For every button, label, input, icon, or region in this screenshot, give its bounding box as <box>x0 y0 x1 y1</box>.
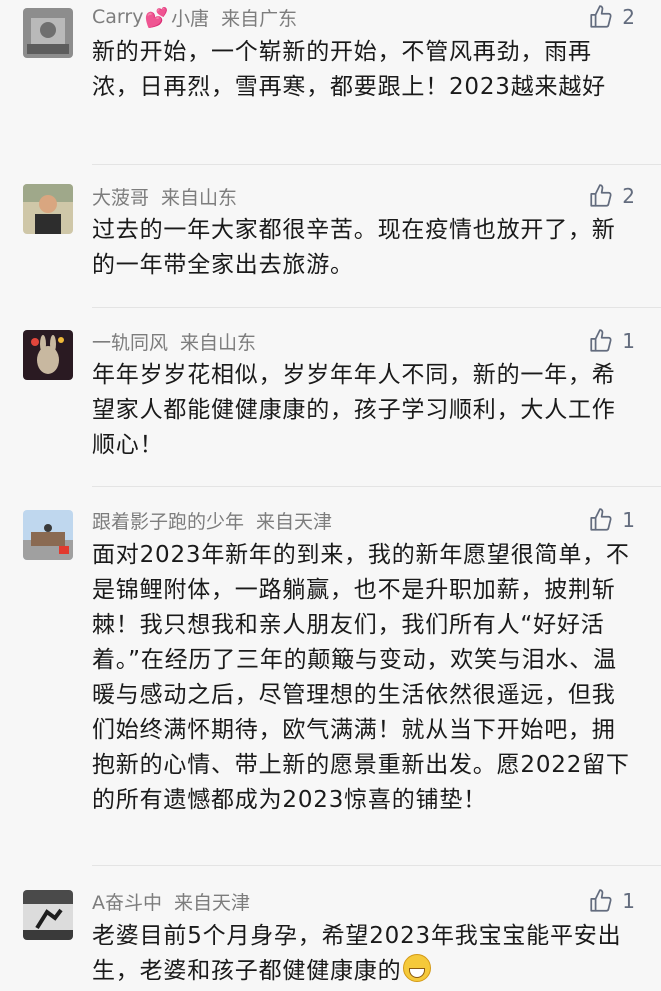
location-label: 来自广东 <box>221 7 298 30</box>
divider <box>92 486 661 487</box>
thumbs-up-icon <box>590 889 612 912</box>
like-count: 1 <box>622 329 635 353</box>
heart-icon: 💕 <box>144 6 169 29</box>
like-button[interactable]: 1 <box>588 886 635 916</box>
location-label: 来自山东 <box>161 186 238 209</box>
comment-meta: 一轨同风 来自山东 <box>92 326 256 356</box>
comment-text: 面对2023年新年的到来，我的新年愿望很简单，不是锦鲤附体，一路躺赢，也不是升职… <box>92 542 630 813</box>
like-button[interactable]: 2 <box>588 181 635 211</box>
like-button[interactable]: 2 <box>588 2 635 32</box>
avatar[interactable] <box>23 330 73 380</box>
divider <box>92 865 661 866</box>
avatar[interactable] <box>23 890 73 940</box>
grin-emoji-icon <box>403 954 432 982</box>
avatar[interactable] <box>23 184 73 234</box>
divider <box>92 307 661 308</box>
comment-text: 新的开始，一个崭新的开始，不管风再劲，雨再浓，日再烈，雪再寒，都要跟上！2023… <box>92 39 606 100</box>
like-count: 1 <box>622 889 635 913</box>
location-label: 来自天津 <box>256 510 333 533</box>
commenter-name[interactable]: 跟着影子跑的少年 <box>92 507 244 534</box>
comment-text: 老婆目前5个月身孕，希望2023年我宝宝能平安出生，老婆和孩子都健健康康的 <box>92 919 632 989</box>
thumbs-up-icon <box>590 508 612 531</box>
comment-meta: 跟着影子跑的少年 来自天津 <box>92 505 332 535</box>
thumbs-up-icon <box>590 184 612 207</box>
divider <box>92 164 661 165</box>
comment-text-body: 老婆目前5个月身孕，希望2023年我宝宝能平安出生，老婆和孩子都健健康康的 <box>92 923 622 984</box>
commenter-name[interactable]: 大菠哥 <box>92 183 149 210</box>
like-count: 2 <box>622 5 635 29</box>
comment-text: 过去的一年大家都很辛苦。现在疫情也放开了，新的一年带全家出去旅游。 <box>92 217 616 278</box>
avatar[interactable] <box>23 510 73 560</box>
like-button[interactable]: 1 <box>588 505 635 535</box>
commenter-name[interactable]: Carry <box>92 6 143 28</box>
thumbs-up-icon <box>590 329 612 352</box>
comment-meta: A奋斗中 来自天津 <box>92 886 250 916</box>
comment-text: 年年岁岁花相似，岁岁年年人不同，新的一年，希望家人都能健健康康的，孩子学习顺利，… <box>92 362 616 458</box>
thumbs-up-icon <box>590 5 612 28</box>
comment-feed: Carry 💕 小唐 来自广东 2 新的开始，一个崭新的开始，不管风再劲，雨再浓… <box>0 0 661 991</box>
like-count: 2 <box>622 184 635 208</box>
commenter-name[interactable]: A奋斗中 <box>92 888 162 915</box>
like-button[interactable]: 1 <box>588 326 635 356</box>
avatar[interactable] <box>23 8 73 58</box>
location-label: 来自山东 <box>180 331 257 354</box>
comment-meta: Carry 💕 小唐 来自广东 <box>92 2 297 32</box>
like-count: 1 <box>622 508 635 532</box>
location-label: 来自天津 <box>174 891 251 914</box>
commenter-name-suffix[interactable]: 小唐 <box>171 4 209 31</box>
comment-meta: 大菠哥 来自山东 <box>92 181 237 211</box>
commenter-name[interactable]: 一轨同风 <box>92 328 168 355</box>
